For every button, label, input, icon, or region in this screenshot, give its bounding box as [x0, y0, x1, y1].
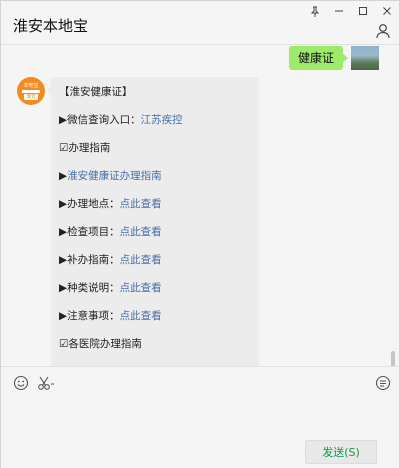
line-text: ▶补办指南：: [59, 254, 120, 266]
outgoing-message: 健康证: [288, 46, 379, 70]
close-icon[interactable]: [375, 1, 399, 21]
line-text: ▶: [59, 170, 68, 182]
message-line: ▶注意事项：点此查看: [59, 309, 251, 337]
link-location[interactable]: 点此查看: [120, 198, 162, 210]
chat-window: 淮安本地宝 健康证 本地宝 淮安 【淮安健康证】 ▶微信查询入口：江苏疾控 ☑办…: [0, 0, 400, 468]
minimize-icon[interactable]: [327, 1, 351, 21]
chat-history-icon[interactable]: [375, 375, 391, 391]
link-exam-items[interactable]: 点此查看: [120, 226, 162, 238]
message-line: ▶补办指南：点此查看: [59, 253, 251, 281]
line-text: 【淮安健康证】: [59, 86, 133, 98]
message-line: ▶微信查询入口：江苏疾控: [59, 113, 251, 141]
line-text: ▶种类说明：: [59, 282, 120, 294]
message-line: 【淮安健康证】: [59, 85, 251, 113]
maximize-icon[interactable]: [351, 1, 375, 21]
link-reissue[interactable]: 点此查看: [120, 254, 162, 266]
link-health-cert-guide[interactable]: 淮安健康证办理指南: [67, 170, 162, 182]
avatar-text-bottom: 淮安: [23, 93, 38, 100]
incoming-bubble: 【淮安健康证】 ▶微信查询入口：江苏疾控 ☑办理指南 ▶淮安健康证办理指南 ▶办…: [46, 77, 259, 366]
message-line: ☑各医院办理指南: [59, 337, 251, 365]
message-line: ▶检查项目：点此查看: [59, 225, 251, 253]
line-text: ▶注意事项：: [59, 310, 120, 322]
self-avatar[interactable]: [351, 46, 379, 70]
link-notes[interactable]: 点此查看: [120, 310, 162, 322]
screenshot-scissors-icon[interactable]: [37, 375, 57, 391]
message-area[interactable]: 健康证 本地宝 淮安 【淮安健康证】 ▶微信查询入口：江苏疾控 ☑办理指南 ▶淮…: [1, 46, 399, 366]
line-text: ☑各医院办理指南: [59, 338, 142, 350]
link-jiangsu-cdc[interactable]: 江苏疾控: [141, 114, 183, 126]
message-line: ▶种类说明：点此查看: [59, 281, 251, 309]
chat-scrollbar[interactable]: [391, 351, 395, 366]
composer[interactable]: 发送(S): [1, 366, 399, 468]
chat-title: 淮安本地宝: [13, 17, 89, 35]
link-types[interactable]: 点此查看: [120, 282, 162, 294]
message-line: ☑办理指南: [59, 141, 251, 169]
avatar-divider: [22, 89, 40, 93]
message-line: ▶办理地点：点此查看: [59, 197, 251, 225]
title-bar: 淮安本地宝: [1, 1, 399, 45]
contact-info-icon[interactable]: [375, 23, 391, 39]
send-button[interactable]: 发送(S): [305, 440, 377, 464]
sender-avatar[interactable]: 本地宝 淮安: [17, 77, 45, 105]
window-controls: [303, 1, 399, 21]
line-text: ▶检查项目：: [59, 226, 120, 238]
pin-icon[interactable]: [303, 1, 327, 21]
line-text: ☑办理指南: [59, 142, 111, 154]
line-text: ▶办理地点：: [59, 198, 120, 210]
emoji-icon[interactable]: [13, 375, 29, 391]
line-text: ▶微信查询入口：: [59, 114, 141, 126]
avatar-text-top: 本地宝: [23, 82, 39, 89]
outgoing-bubble[interactable]: 健康证: [288, 46, 349, 70]
message-line: ▶淮安健康证办理指南: [59, 169, 251, 197]
